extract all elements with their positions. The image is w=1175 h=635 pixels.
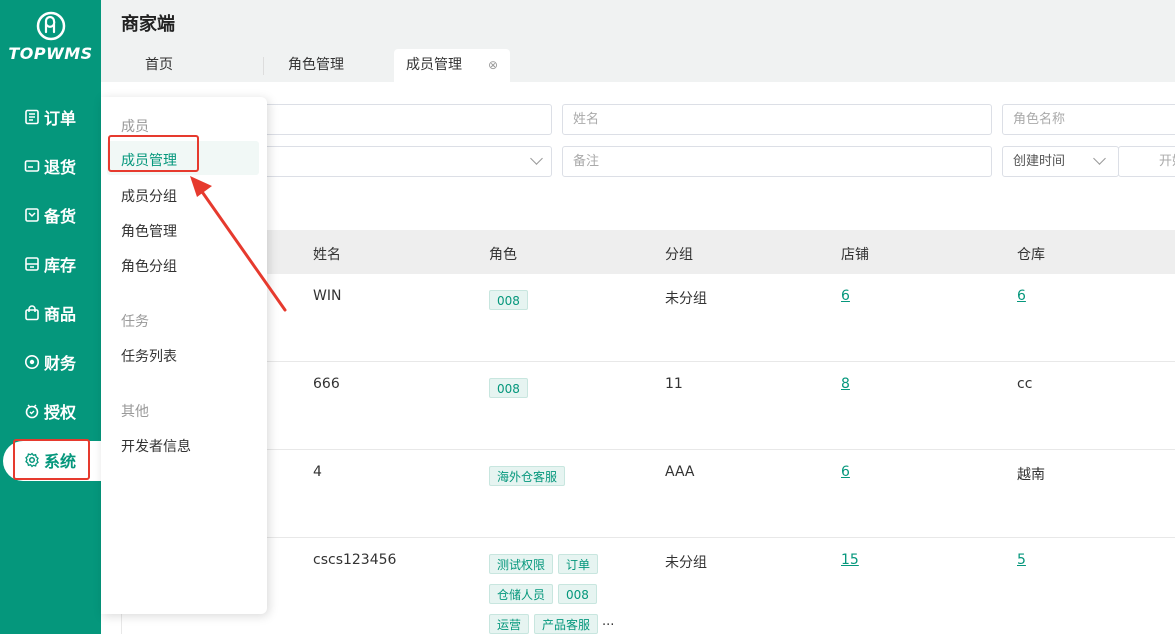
account-input[interactable] bbox=[240, 104, 552, 135]
cell-name: 666 bbox=[313, 376, 340, 392]
nav-label-orders: 订单 bbox=[44, 109, 77, 128]
sidebar-nav: TOPWMS 订单 退货 备货 库存 商品 财务 授权 系统 bbox=[0, 0, 123, 634]
cell-group: 未分组 bbox=[665, 555, 707, 571]
role-tag: 008 bbox=[558, 584, 597, 604]
cell-warehouse: 越南 bbox=[1017, 467, 1045, 483]
time-type-select[interactable]: 创建时间 bbox=[1002, 146, 1119, 177]
tab-divider bbox=[263, 57, 264, 75]
col-group: 分组 bbox=[665, 247, 693, 263]
table-header: 姓名 角色 分组 店铺 仓库 bbox=[122, 230, 1175, 274]
role-name-input[interactable]: 角色名称 bbox=[1002, 104, 1175, 135]
role-tag: 海外仓客服 bbox=[489, 466, 566, 486]
store-count-link[interactable]: 15 bbox=[841, 552, 859, 568]
stockup-icon bbox=[25, 208, 39, 222]
logo[interactable]: TOPWMS bbox=[0, 10, 101, 63]
name-input[interactable]: 姓名 bbox=[562, 104, 992, 135]
nav-item-authorize[interactable]: 授权 bbox=[24, 397, 76, 425]
col-warehouse: 仓库 bbox=[1017, 247, 1045, 263]
table-row: 666 008 11 8 cc bbox=[122, 362, 1175, 450]
role-tag: 仓储人员 bbox=[489, 584, 554, 604]
nav-label-authorize: 授权 bbox=[44, 403, 77, 422]
menu-item-role-group[interactable]: 角色分组 bbox=[121, 256, 177, 276]
nav-item-returns[interactable]: 退货 bbox=[24, 152, 76, 180]
role-tag: 测试权限 bbox=[489, 554, 554, 574]
table-row: cscs123456 测试权限 订单 仓储人员 008 运营 产品客服 ... … bbox=[122, 538, 1175, 634]
nav-label-goods: 商品 bbox=[44, 305, 77, 324]
cell-name: cscs123456 bbox=[313, 552, 397, 568]
nav-item-orders[interactable]: 订单 bbox=[24, 103, 76, 131]
status-select[interactable] bbox=[240, 146, 552, 177]
page-title: 商家端 bbox=[121, 14, 175, 35]
more-roles-ellipsis[interactable]: ... bbox=[602, 614, 614, 629]
store-count-link[interactable]: 6 bbox=[841, 464, 850, 480]
logo-text: TOPWMS bbox=[8, 44, 93, 63]
close-icon[interactable]: ⊗ bbox=[488, 58, 498, 72]
finance-icon bbox=[25, 355, 39, 369]
menu-item-dev-info[interactable]: 开发者信息 bbox=[121, 436, 191, 456]
nav-label-stockup: 备货 bbox=[44, 207, 77, 226]
role-tag: 订单 bbox=[558, 554, 599, 574]
role-tag: 008 bbox=[489, 378, 528, 398]
role-tag: 运营 bbox=[489, 614, 530, 634]
store-count-link[interactable]: 8 bbox=[841, 376, 850, 392]
system-submenu: 成员 成员管理 成员分组 角色管理 角色分组 任务 任务列表 其他 开发者信息 bbox=[101, 97, 267, 614]
tab-role-manage[interactable]: 角色管理 bbox=[288, 49, 344, 82]
warehouse-count-link[interactable]: 5 bbox=[1017, 552, 1026, 568]
chevron-down-icon bbox=[530, 152, 543, 165]
nav-label-returns: 退货 bbox=[44, 158, 77, 177]
cell-name: 4 bbox=[313, 464, 322, 480]
menu-group-other: 其他 bbox=[121, 404, 149, 420]
cell-name: WIN bbox=[313, 288, 342, 304]
start-date-input[interactable]: 开始 bbox=[1118, 146, 1175, 177]
header: 商家端 首页 角色管理 成员管理 ⊗ bbox=[101, 0, 1175, 82]
cell-group: AAA bbox=[665, 464, 695, 480]
menu-item-task-list[interactable]: 任务列表 bbox=[121, 346, 177, 366]
cell-group: 未分组 bbox=[665, 291, 707, 307]
chevron-down-icon bbox=[1093, 152, 1106, 165]
menu-group-task: 任务 bbox=[121, 314, 149, 330]
col-role: 角色 bbox=[489, 247, 517, 263]
menu-item-role-manage[interactable]: 角色管理 bbox=[121, 221, 177, 241]
tab-member-manage[interactable]: 成员管理 ⊗ bbox=[394, 49, 511, 82]
system-highlight-box bbox=[13, 439, 90, 480]
nav-item-goods[interactable]: 商品 bbox=[24, 299, 76, 327]
tab-home[interactable]: 首页 bbox=[145, 49, 173, 82]
menu-item-member-group[interactable]: 成员分组 bbox=[121, 186, 177, 206]
role-tag: 产品客服 bbox=[534, 614, 599, 634]
menu-group-member: 成员 bbox=[121, 119, 149, 135]
time-type-value: 创建时间 bbox=[1013, 154, 1066, 169]
cell-warehouse: cc bbox=[1017, 376, 1033, 392]
col-store: 店铺 bbox=[841, 247, 869, 263]
member-manage-highlight-box bbox=[108, 135, 199, 172]
table-row: WIN 008 未分组 6 6 bbox=[122, 274, 1175, 362]
remark-input[interactable]: 备注 bbox=[562, 146, 992, 177]
nav-item-finance[interactable]: 财务 bbox=[24, 348, 76, 376]
nav-label-inventory: 库存 bbox=[44, 256, 77, 275]
role-tag: 008 bbox=[489, 290, 528, 310]
authorize-icon bbox=[25, 404, 39, 419]
goods-icon bbox=[25, 305, 39, 321]
table-row: 4 海外仓客服 AAA 6 越南 bbox=[122, 450, 1175, 538]
returns-icon bbox=[24, 160, 40, 172]
nav-item-inventory[interactable]: 库存 bbox=[24, 250, 76, 278]
orders-icon bbox=[25, 109, 39, 125]
tab-member-manage-label: 成员管理 bbox=[406, 57, 462, 73]
inventory-icon bbox=[25, 257, 39, 271]
nav-label-finance: 财务 bbox=[44, 354, 77, 373]
warehouse-count-link[interactable]: 6 bbox=[1017, 288, 1026, 304]
col-name: 姓名 bbox=[313, 247, 341, 263]
cell-group: 11 bbox=[665, 376, 683, 392]
nav-item-stockup[interactable]: 备货 bbox=[24, 201, 76, 229]
logo-mark-icon bbox=[36, 11, 65, 41]
store-count-link[interactable]: 6 bbox=[841, 288, 850, 304]
